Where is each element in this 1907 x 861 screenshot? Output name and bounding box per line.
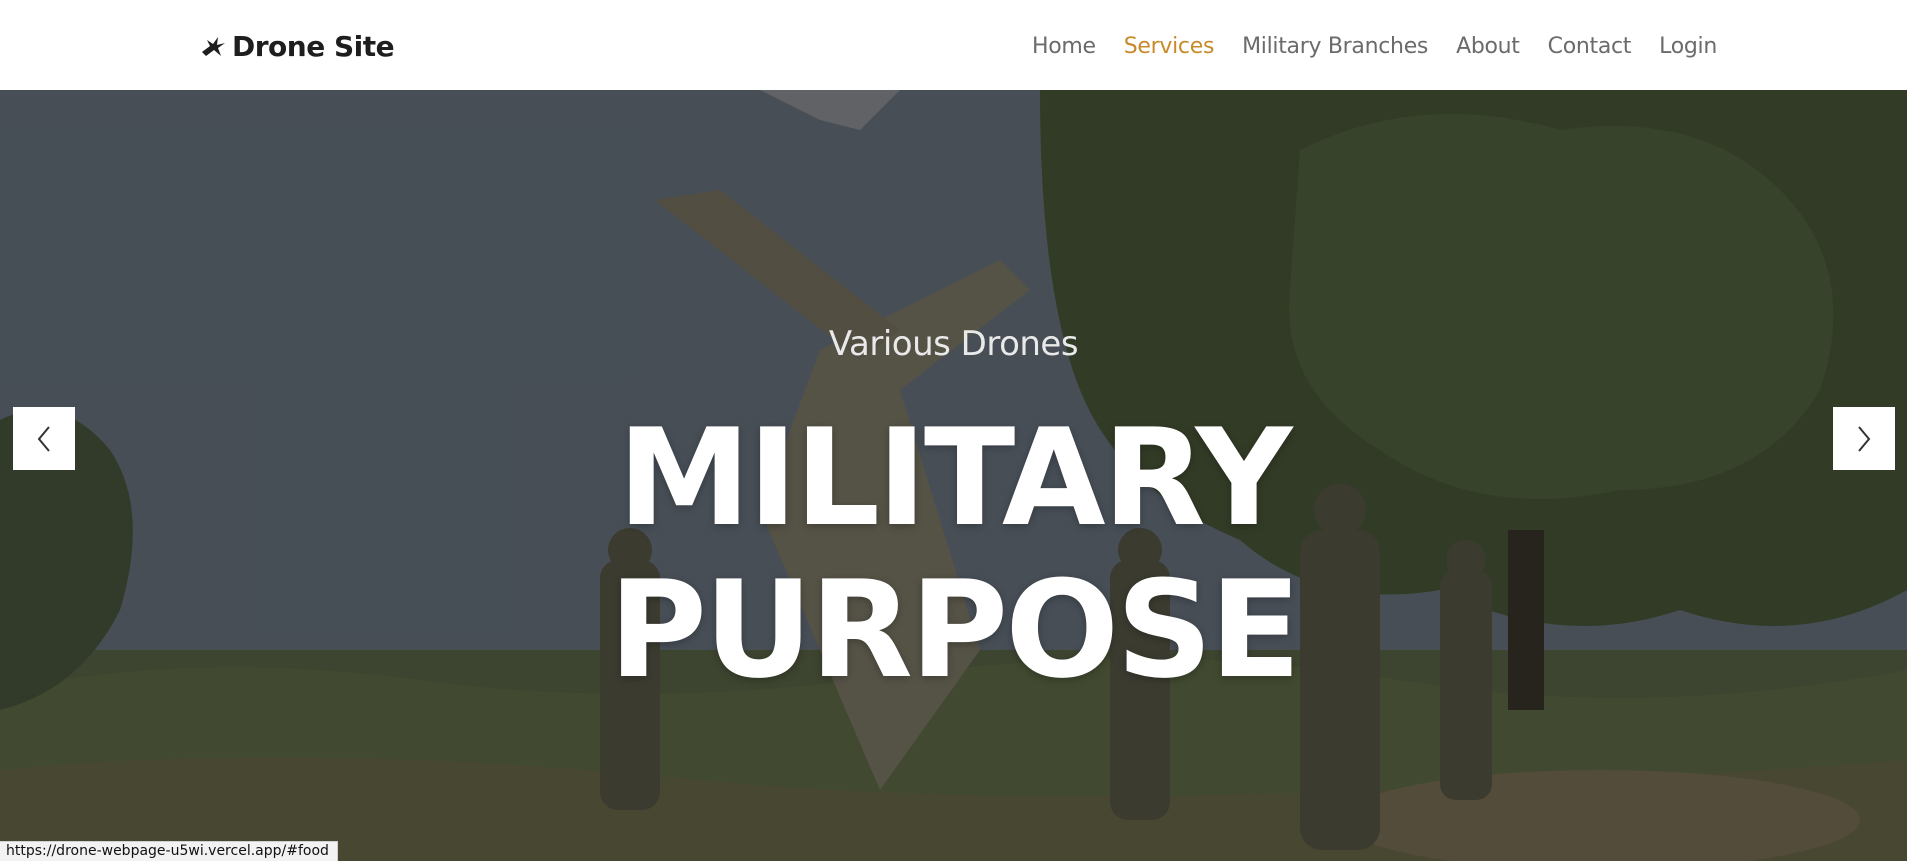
carousel-prev-button[interactable] bbox=[13, 407, 75, 470]
nav-menu: Home Services Military Branches About Co… bbox=[1032, 26, 1717, 66]
browser-status-bar: https://drone-webpage-u5wi.vercel.app/#f… bbox=[0, 841, 338, 861]
hero-title-line-1: MILITARY bbox=[617, 400, 1292, 556]
nav-link-services[interactable]: Services bbox=[1124, 34, 1215, 59]
nav-link-login[interactable]: Login bbox=[1659, 34, 1717, 59]
carousel-next-button[interactable] bbox=[1833, 407, 1895, 470]
brand-name: Drone Site bbox=[232, 29, 395, 63]
chevron-left-icon bbox=[37, 425, 50, 452]
hero-title: MILITARY PURPOSE bbox=[0, 402, 1907, 706]
brand-link[interactable]: Drone Site bbox=[198, 24, 395, 68]
hero-subtitle: Various Drones bbox=[828, 324, 1079, 364]
drone-icon bbox=[202, 37, 225, 56]
hero-title-line-2: PURPOSE bbox=[608, 552, 1301, 708]
nav-link-contact[interactable]: Contact bbox=[1548, 34, 1632, 59]
nav-link-military-branches[interactable]: Military Branches bbox=[1242, 34, 1428, 59]
nav-link-home[interactable]: Home bbox=[1032, 34, 1096, 59]
nav-link-about[interactable]: About bbox=[1456, 34, 1520, 59]
chevron-right-icon bbox=[1858, 425, 1871, 452]
navbar: Drone Site Home Services Military Branch… bbox=[0, 0, 1907, 90]
hero-carousel: Various Drones MILITARY PURPOSE bbox=[0, 90, 1907, 861]
